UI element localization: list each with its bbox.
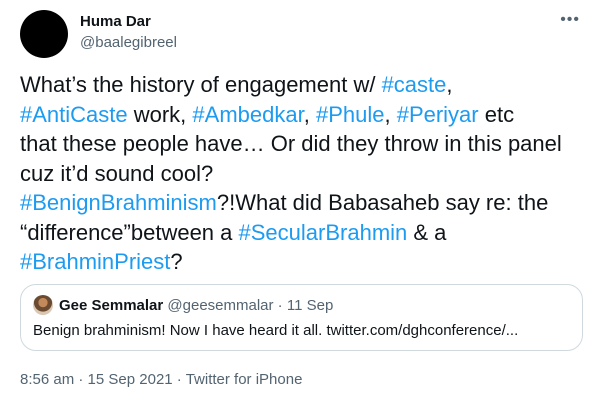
tweet-text: What’s the history of engagement w/ #cas…	[20, 70, 585, 277]
hashtag-link[interactable]: #caste	[382, 72, 447, 97]
quote-author-handle[interactable]: @geesemmalar	[167, 297, 273, 314]
text-segment: cuz it’d sound cool?	[20, 160, 214, 186]
tweet-line: #BrahminPriest?	[20, 247, 585, 277]
quote-header: Gee Semmalar @geesemmalar · 11 Sep	[59, 296, 333, 315]
hashtag-link[interactable]: #AntiCaste	[20, 102, 128, 127]
author-block[interactable]: Huma Dar @baalegibreel	[80, 12, 177, 53]
tweet-line: #BenignBrahminism?!What did Babasaheb sa…	[20, 188, 585, 218]
tweet-date[interactable]: 15 Sep 2021	[88, 371, 173, 388]
quote-date[interactable]: 11 Sep	[287, 297, 333, 314]
text-segment: ?!What did Babasaheb say re: the	[216, 190, 549, 215]
hashtag-link[interactable]: #SecularBrahmin	[239, 220, 408, 245]
hashtag-link[interactable]: #Phule	[316, 102, 385, 127]
text-segment: ,	[446, 72, 453, 97]
quote-avatar[interactable]	[33, 295, 53, 315]
text-segment: that these people have… Or did they thro…	[20, 131, 562, 156]
text-segment: work,	[127, 101, 193, 127]
text-segment: “difference”between a	[20, 219, 239, 245]
more-horizontal-icon[interactable]: •••	[560, 12, 580, 28]
text-segment: ,	[303, 101, 316, 127]
text-segment: ,	[384, 101, 397, 127]
hashtag-link[interactable]: #BenignBrahminism	[20, 190, 217, 215]
tweet-line: cuz it’d sound cool?	[20, 159, 585, 189]
meta-separator: ·	[74, 371, 88, 388]
text-segment: etc	[478, 101, 515, 127]
quote-text: Benign brahminism! Now I have heard it a…	[33, 322, 519, 339]
meta-separator: ·	[172, 371, 186, 388]
tweet: Huma Dar @baalegibreel ••• What’s the hi…	[0, 0, 598, 407]
hashtag-link[interactable]: #Ambedkar	[192, 102, 303, 127]
avatar[interactable]	[20, 10, 68, 58]
tweet-source[interactable]: Twitter for iPhone	[186, 371, 303, 388]
quoted-tweet[interactable]: Gee Semmalar @geesemmalar · 11 Sep Benig…	[20, 284, 583, 351]
tweet-line: that these people have… Or did they thro…	[20, 129, 585, 159]
tweet-timestamp: 8:56 am · 15 Sep 2021 · Twitter for iPho…	[20, 370, 302, 390]
author-display-name[interactable]: Huma Dar	[80, 12, 177, 32]
author-handle[interactable]: @baalegibreel	[80, 33, 177, 53]
hashtag-link[interactable]: #BrahminPriest	[20, 249, 170, 274]
hashtag-link[interactable]: #Periyar	[397, 102, 479, 127]
quote-author-name[interactable]: Gee Semmalar	[59, 297, 163, 314]
tweet-line: What’s the history of engagement w/ #cas…	[20, 70, 585, 100]
text-segment: ?	[170, 249, 183, 274]
text-segment: & a	[407, 219, 447, 245]
tweet-line: #AntiCaste work, #Ambedkar, #Phule, #Per…	[20, 100, 585, 130]
text-segment: What’s the history of engagement w/	[20, 72, 382, 97]
tweet-line: “difference”between a #SecularBrahmin & …	[20, 218, 585, 248]
tweet-time[interactable]: 8:56 am	[20, 371, 74, 388]
quote-separator: ·	[273, 297, 287, 314]
